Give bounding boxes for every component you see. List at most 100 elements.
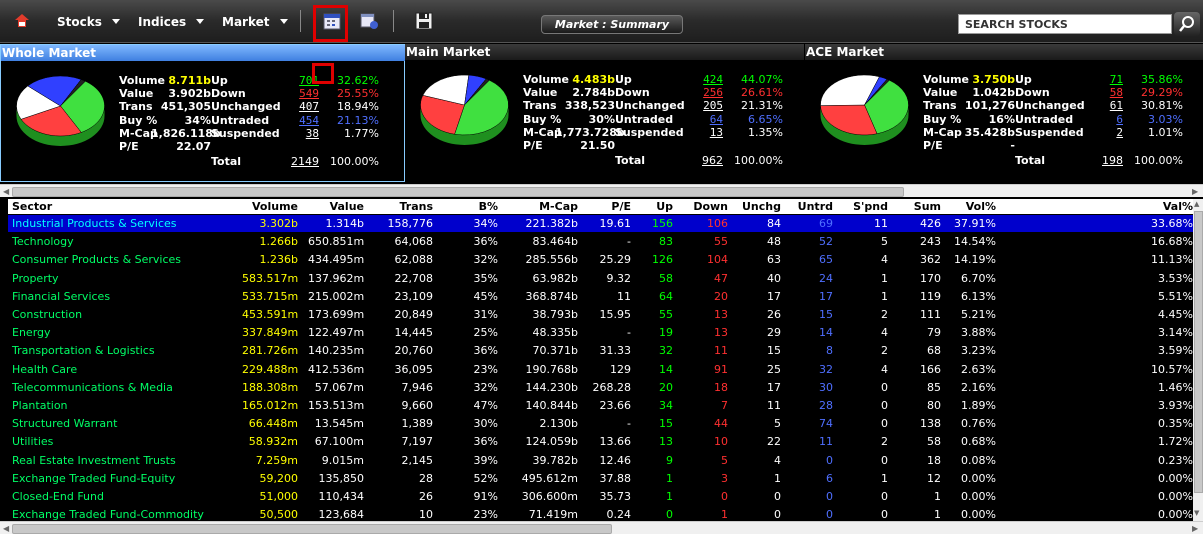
column-header[interactable]: Trans bbox=[375, 200, 433, 213]
table-cell: 140.844b bbox=[525, 399, 578, 412]
column-header[interactable]: Untrd bbox=[785, 200, 833, 213]
table-cell: 5 bbox=[774, 417, 781, 431]
count-link[interactable]: 61 bbox=[1101, 99, 1123, 112]
column-header[interactable]: Unchg bbox=[733, 200, 781, 213]
table-row[interactable]: Property 583.517m 137.962m 22,708 35% 63.982b… bbox=[8, 270, 1193, 287]
menu-indices[interactable]: Indices bbox=[138, 15, 205, 29]
column-header[interactable]: Up bbox=[625, 200, 673, 213]
market-summary-button[interactable]: Market : Summary bbox=[541, 15, 683, 34]
count-percent: 21.13% bbox=[337, 113, 379, 127]
column-header[interactable]: Volume bbox=[242, 200, 298, 213]
total-count[interactable]: 2149 bbox=[291, 155, 319, 168]
table-row[interactable]: Plantation 165.012m 153.513m 9,660 47% 140.84… bbox=[8, 397, 1193, 414]
scroll-up-icon[interactable]: ▲ bbox=[1194, 200, 1199, 208]
table-cell: 1 bbox=[881, 471, 888, 485]
table-row[interactable]: Real Estate Investment Trusts 7.259m 9.015… bbox=[8, 452, 1193, 469]
count-label: Down bbox=[1015, 86, 1050, 100]
search-stocks-input[interactable] bbox=[958, 14, 1172, 34]
table-cell: 62,088 bbox=[394, 253, 434, 267]
table-cell: 31% bbox=[473, 308, 498, 321]
scroll-right-icon[interactable]: ▶ bbox=[1192, 524, 1198, 533]
scroll-down-icon[interactable]: ▼ bbox=[1194, 509, 1199, 517]
column-header[interactable]: Sum bbox=[893, 200, 941, 213]
table-row[interactable]: Telecommunications & Media 188.308m 57.067… bbox=[8, 379, 1193, 396]
table-row[interactable]: Energy 337.849m 122.497m 14,445 25% 48.335b - 1… bbox=[8, 324, 1193, 341]
pie-chart bbox=[420, 74, 509, 145]
table-row[interactable]: Utilities 58.932m 67.100m 7,197 36% 124.059b 1… bbox=[8, 433, 1193, 450]
total-count[interactable]: 198 bbox=[1095, 154, 1123, 167]
table-row[interactable]: Exchange Traded Fund-Equity 59,200 135,850… bbox=[8, 470, 1193, 487]
stat-value: 1.042b bbox=[972, 86, 1015, 100]
table-row[interactable]: Industrial Products & Services 3.302b 1.31… bbox=[8, 215, 1193, 232]
count-link[interactable]: 6 bbox=[1101, 113, 1123, 126]
count-link[interactable]: 64 bbox=[701, 113, 723, 126]
scrollbar-thumb[interactable] bbox=[12, 187, 904, 197]
scroll-left-icon[interactable]: ◀ bbox=[3, 187, 9, 196]
column-header[interactable]: B% bbox=[438, 200, 498, 213]
table-cell: 7.259m bbox=[255, 453, 298, 467]
count-link[interactable]: 454 bbox=[297, 114, 319, 127]
count-link[interactable]: 13 bbox=[701, 126, 723, 139]
table-row[interactable]: Financial Services 533.715m 215.002m 23,109… bbox=[8, 288, 1193, 305]
count-link[interactable]: 2 bbox=[1101, 126, 1123, 139]
table-cell: 16.68% bbox=[1151, 235, 1193, 249]
table-cell: 0.08% bbox=[961, 453, 996, 467]
count-link[interactable]: 58 bbox=[1101, 86, 1123, 99]
count-link[interactable]: 38 bbox=[297, 127, 319, 140]
table-cell: 4 bbox=[881, 362, 888, 376]
table-cell: 650.851m bbox=[308, 235, 365, 249]
count-link[interactable]: 424 bbox=[701, 73, 723, 86]
scroll-left-icon[interactable]: ◀ bbox=[3, 524, 9, 533]
stat-value: 35.428b bbox=[964, 125, 1015, 139]
stat-value: 30% bbox=[588, 112, 615, 126]
market-panel: Main Market Volume 4.483b Value 2.784b Trans 3… bbox=[405, 44, 804, 182]
total-count[interactable]: 962 bbox=[695, 154, 723, 167]
table-cell: 221.382b bbox=[525, 217, 578, 230]
table-header: Sector Volume Value Trans B% M-Cap P/E Up Down Un… bbox=[8, 199, 1193, 214]
column-header[interactable]: M-Cap bbox=[506, 200, 578, 213]
column-header[interactable]: Down bbox=[680, 200, 728, 213]
scroll-right-icon[interactable]: ▶ bbox=[1192, 187, 1198, 196]
calendar-settings-icon[interactable] bbox=[359, 11, 379, 31]
table-row[interactable]: Closed-End Fund 51,000 110,434 26 91% 306.600… bbox=[8, 488, 1193, 505]
table-row[interactable]: Construction 453.591m 173.699m 20,849 31% 38.… bbox=[8, 306, 1193, 323]
table-cell: 50,500 bbox=[259, 508, 299, 522]
column-header[interactable]: P/E bbox=[581, 200, 631, 213]
column-header[interactable]: Val% bbox=[1133, 200, 1193, 213]
table-cell: 1 bbox=[666, 471, 673, 485]
save-icon[interactable] bbox=[414, 11, 434, 31]
scrollbar-thumb[interactable] bbox=[1194, 211, 1203, 493]
table-row[interactable]: Health Care 229.488m 412.536m 36,095 23% 190.… bbox=[8, 361, 1193, 378]
count-percent: 35.86% bbox=[1141, 73, 1183, 86]
table-cell: 13 bbox=[714, 326, 728, 340]
table-cell: 36% bbox=[473, 435, 498, 449]
table-cell: 74 bbox=[819, 417, 833, 431]
table-row[interactable]: Structured Warrant 66.448m 13.545m 1,389 30%… bbox=[8, 415, 1193, 432]
column-header[interactable]: Value bbox=[308, 200, 364, 213]
column-header[interactable]: Sector bbox=[12, 200, 52, 213]
count-link[interactable]: 256 bbox=[701, 86, 723, 99]
table-cell: 1 bbox=[666, 490, 673, 503]
column-header[interactable]: Vol% bbox=[944, 200, 996, 213]
table-row[interactable]: Consumer Products & Services 1.236b 434.49… bbox=[8, 251, 1193, 268]
column-header[interactable]: S'pnd bbox=[840, 200, 888, 213]
stat-label: Value bbox=[119, 87, 154, 101]
horizontal-scrollbar[interactable]: ◀ ▶ bbox=[0, 521, 1203, 534]
table-cell: 2.16% bbox=[961, 380, 996, 394]
table-row[interactable]: Transportation & Logistics 281.726m 140.23… bbox=[8, 342, 1193, 359]
menu-stocks[interactable]: Stocks bbox=[57, 15, 120, 29]
sector-name: Energy bbox=[12, 326, 51, 340]
menu-market[interactable]: Market bbox=[222, 15, 288, 29]
vertical-scrollbar[interactable]: ▲ ▼ bbox=[1193, 199, 1203, 521]
count-link[interactable]: 205 bbox=[701, 99, 723, 112]
app-logo-icon[interactable] bbox=[14, 13, 30, 29]
count-link[interactable]: 549 bbox=[297, 87, 319, 100]
table-row[interactable]: Technology 1.266b 650.851m 64,068 36% 83.464b… bbox=[8, 233, 1193, 250]
table-cell: 0.35% bbox=[1158, 417, 1193, 431]
table-cell: 65 bbox=[819, 253, 833, 267]
horizontal-scrollbar[interactable]: ◀ ▶ bbox=[0, 184, 1203, 197]
stat-value: 101,276 bbox=[964, 99, 1015, 113]
count-link[interactable]: 71 bbox=[1101, 73, 1123, 86]
search-button[interactable] bbox=[1174, 12, 1200, 36]
count-link[interactable]: 407 bbox=[297, 100, 319, 113]
